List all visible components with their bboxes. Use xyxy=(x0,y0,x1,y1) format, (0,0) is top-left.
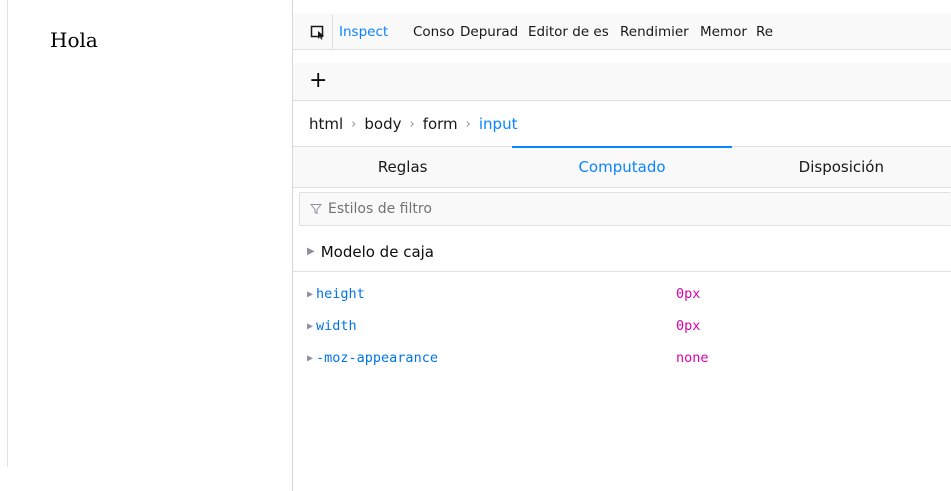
computed-property-list: ▶ height 0px ▶ width 0px ▶ -moz-appearan… xyxy=(293,278,951,374)
left-rule xyxy=(7,0,8,467)
breadcrumb-separator: › xyxy=(409,116,415,132)
filter-icon xyxy=(310,204,322,215)
computed-property-row[interactable]: ▶ height 0px xyxy=(293,278,951,310)
breadcrumb-item-html[interactable]: html xyxy=(309,115,343,133)
tab-layout[interactable]: Disposición xyxy=(732,147,951,187)
property-value: none xyxy=(676,350,709,366)
sidebar-tabs: Reglas Computado Disposición xyxy=(293,146,951,188)
tab-label: Depurad xyxy=(460,23,519,40)
breadcrumb-item-form[interactable]: form xyxy=(423,115,458,133)
tab-label: Reglas xyxy=(377,158,428,176)
devtools-panel: Inspect Conso Depurad Editor de es Rendi… xyxy=(293,0,951,491)
computed-property-row[interactable]: ▶ -moz-appearance none xyxy=(293,342,951,374)
breadcrumb: html › body › form › input xyxy=(293,102,951,146)
breadcrumb-separator: › xyxy=(465,116,471,132)
triangle-right-icon[interactable]: ▶ xyxy=(307,246,315,257)
page: Hola Inspect Conso Depurad Editor de es xyxy=(0,0,951,491)
tab-performance[interactable]: Rendimier xyxy=(614,14,694,50)
triangle-right-icon[interactable]: ▶ xyxy=(307,289,313,300)
tab-label: Re xyxy=(756,23,774,40)
filter-placeholder: Estilos de filtro xyxy=(328,201,432,217)
triangle-right-icon[interactable]: ▶ xyxy=(307,353,313,364)
add-node-button[interactable]: + xyxy=(309,67,333,95)
tab-label: Memor xyxy=(700,23,747,40)
tab-label: Inspect xyxy=(339,23,389,40)
triangle-right-icon[interactable]: ▶ xyxy=(307,321,313,332)
greeting-text: Hola xyxy=(50,28,98,52)
tab-inspector[interactable]: Inspect xyxy=(333,14,407,50)
computed-property-row[interactable]: ▶ width 0px xyxy=(293,310,951,342)
devtools-tabbar: Inspect Conso Depurad Editor de es Rendi… xyxy=(293,13,951,50)
content-pane: Hola xyxy=(0,0,292,491)
breadcrumb-item-input[interactable]: input xyxy=(479,115,518,133)
box-model-section[interactable]: ▶ Modelo de caja xyxy=(293,232,951,272)
tab-debugger[interactable]: Depurad xyxy=(454,14,522,50)
property-name: -moz-appearance xyxy=(316,350,438,366)
property-name: height xyxy=(316,286,365,302)
property-name: width xyxy=(316,318,357,334)
tab-label: Rendimier xyxy=(620,23,689,40)
element-picker-icon xyxy=(310,25,324,40)
tab-network[interactable]: Re xyxy=(750,14,780,50)
tab-label: Disposición xyxy=(798,158,884,176)
tab-style-editor[interactable]: Editor de es xyxy=(522,14,614,50)
element-picker-button[interactable] xyxy=(303,13,333,50)
tab-label: Editor de es xyxy=(528,23,609,40)
inspector-toolbar: + xyxy=(293,63,951,101)
breadcrumb-item-body[interactable]: body xyxy=(364,115,401,133)
filter-styles-input[interactable]: Estilos de filtro xyxy=(299,192,951,226)
tab-computed[interactable]: Computado xyxy=(512,146,732,187)
property-value: 0px xyxy=(676,318,701,334)
tab-rules[interactable]: Reglas xyxy=(293,147,512,187)
breadcrumb-separator: › xyxy=(351,116,357,132)
tab-label: Conso xyxy=(413,23,454,40)
tab-console[interactable]: Conso xyxy=(407,14,454,50)
property-value: 0px xyxy=(676,286,701,302)
tab-memory[interactable]: Memor xyxy=(694,14,750,50)
tab-label: Computado xyxy=(578,158,666,176)
box-model-label: Modelo de caja xyxy=(320,242,435,261)
